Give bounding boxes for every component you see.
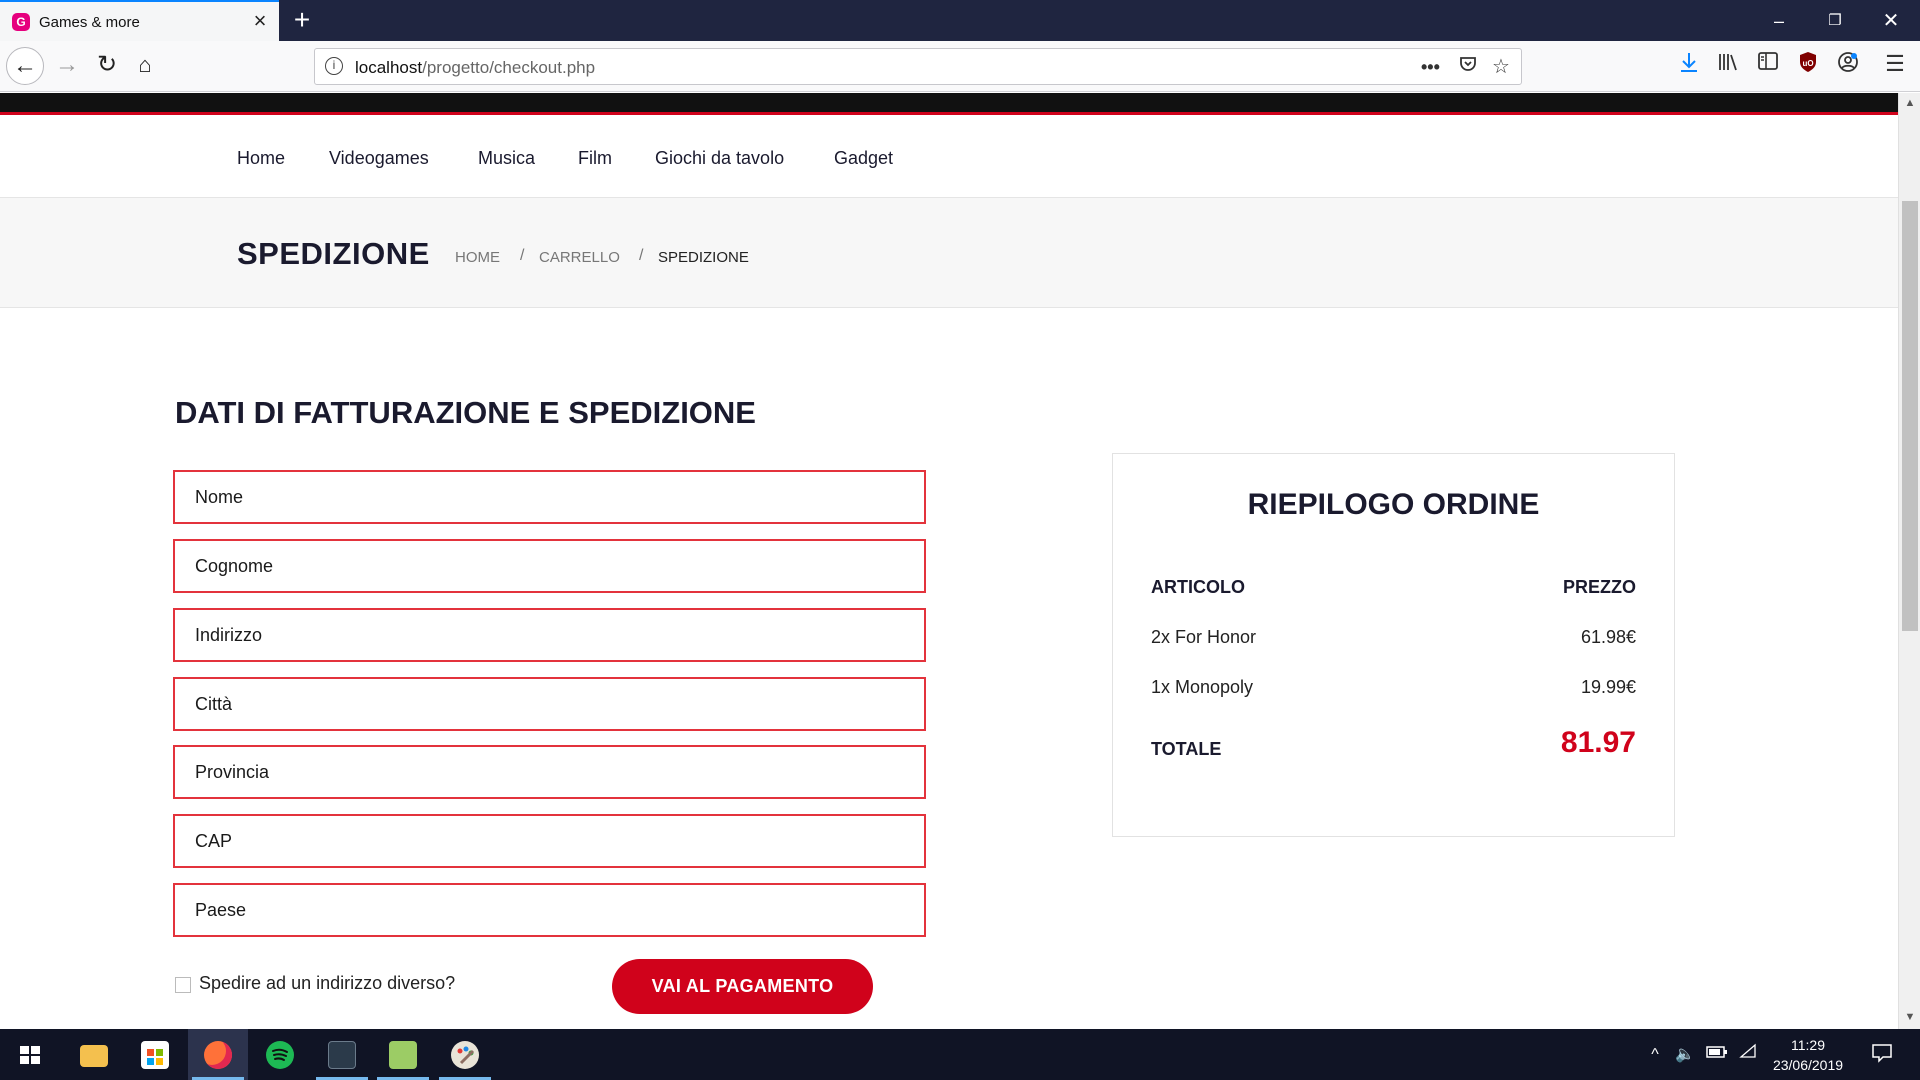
breadcrumb-separator: / xyxy=(639,247,644,264)
tray-chevron-up-icon[interactable]: ^ xyxy=(1641,1043,1669,1067)
account-icon[interactable] xyxy=(1833,51,1863,77)
sidebar-icon[interactable] xyxy=(1753,51,1783,77)
order-summary-title: RIEPILOGO ORDINE xyxy=(1247,488,1540,521)
summary-total-value: 81.97 xyxy=(1560,726,1636,759)
rox-app-icon[interactable] xyxy=(312,1029,372,1080)
nav-link-home[interactable]: Home xyxy=(237,148,285,169)
nome-input[interactable] xyxy=(175,472,924,522)
spotify-icon[interactable] xyxy=(250,1029,310,1080)
nav-link-gadget[interactable]: Gadget xyxy=(834,148,893,169)
summary-row-item: 2x For Honor xyxy=(1151,627,1257,647)
cap-input[interactable] xyxy=(175,816,924,866)
library-icon[interactable] xyxy=(1713,51,1743,77)
volume-icon[interactable]: 🔈 xyxy=(1671,1043,1699,1067)
web-page: Home Videogames Musica Film Giochi da ta… xyxy=(0,93,1898,1029)
new-tab-plus-icon[interactable]: + xyxy=(287,5,317,35)
citta-input[interactable] xyxy=(175,679,924,729)
pocket-icon[interactable] xyxy=(1458,54,1478,80)
scroll-up-icon[interactable]: ▲ xyxy=(1902,95,1918,111)
summary-col-item: ARTICOLO xyxy=(1151,577,1245,597)
nav-link-videogames[interactable]: Videogames xyxy=(329,148,429,169)
paint-icon[interactable] xyxy=(435,1029,495,1080)
back-arrow-icon[interactable]: ← xyxy=(6,47,44,85)
site-main-nav: Home Videogames Musica Film Giochi da ta… xyxy=(0,118,1898,198)
breadcrumb-home[interactable]: HOME xyxy=(455,249,500,266)
paese-field[interactable] xyxy=(173,883,926,937)
indirizzo-field[interactable] xyxy=(173,608,926,662)
bookmark-star-icon[interactable]: ☆ xyxy=(1492,54,1510,80)
home-icon[interactable]: ⌂ xyxy=(126,47,164,85)
provincia-field[interactable] xyxy=(173,745,926,799)
games-favicon-icon: G xyxy=(12,13,30,31)
browser-toolbar: ← → ↻ ⌂ i localhost/progetto/checkout.ph… xyxy=(0,41,1920,92)
minimize-window-icon[interactable]: – xyxy=(1756,6,1802,36)
billing-form-title: DATI DI FATTURAZIONE E SPEDIZIONE xyxy=(175,395,756,430)
notifications-icon[interactable] xyxy=(1867,1043,1897,1067)
different-address-label[interactable]: Spedire ad un indirizzo diverso? xyxy=(199,973,455,994)
address-bar[interactable]: i localhost/progetto/checkout.php ••• ☆ xyxy=(314,48,1522,85)
close-tab-icon[interactable]: × xyxy=(248,8,272,34)
citta-field[interactable] xyxy=(173,677,926,731)
paese-input[interactable] xyxy=(175,885,924,935)
taskbar-clock-time[interactable]: 11:29 xyxy=(1768,1037,1848,1053)
taskbar-clock-date[interactable]: 23/06/2019 xyxy=(1758,1057,1858,1073)
breadcrumb-spedizione: SPEDIZIONE xyxy=(658,249,749,266)
battery-icon[interactable] xyxy=(1703,1043,1731,1067)
scrollbar-thumb[interactable] xyxy=(1902,201,1918,631)
scroll-down-icon[interactable]: ▼ xyxy=(1902,1009,1918,1025)
summary-row-price: 61.98€ xyxy=(1580,627,1636,647)
indirizzo-input[interactable] xyxy=(175,610,924,660)
summary-row-item: 1x Monopoly xyxy=(1151,677,1254,697)
cognome-field[interactable] xyxy=(173,539,926,593)
browser-tab[interactable]: G Games & more × xyxy=(0,0,279,41)
menu-icon[interactable]: ☰ xyxy=(1880,51,1910,77)
cognome-input[interactable] xyxy=(175,541,924,591)
site-top-strip xyxy=(0,93,1898,115)
nome-field[interactable] xyxy=(173,470,926,524)
summary-total-label: TOTALE xyxy=(1151,739,1222,759)
page-title: SPEDIZIONE xyxy=(237,236,430,271)
different-address-checkbox[interactable] xyxy=(175,977,191,993)
download-icon[interactable] xyxy=(1674,51,1704,77)
notepad-icon[interactable] xyxy=(373,1029,433,1080)
url-text[interactable]: localhost/progetto/checkout.php xyxy=(355,58,595,78)
forward-arrow-icon[interactable]: → xyxy=(48,47,86,85)
close-window-icon[interactable]: ✕ xyxy=(1868,6,1914,36)
summary-row-price: 19.99€ xyxy=(1580,677,1636,697)
breadcrumb-separator: / xyxy=(520,247,525,264)
file-explorer-icon[interactable] xyxy=(64,1029,124,1080)
order-summary-card: RIEPILOGO ORDINE ARTICOLO PREZZO 2x For … xyxy=(1112,453,1675,837)
reload-icon[interactable]: ↻ xyxy=(88,47,126,85)
firefox-icon[interactable] xyxy=(188,1029,248,1080)
url-host: localhost xyxy=(355,58,423,77)
info-icon[interactable]: i xyxy=(325,57,343,75)
page-scrollbar[interactable]: ▲ ▼ xyxy=(1898,93,1920,1029)
provincia-input[interactable] xyxy=(175,747,924,797)
windows-start-icon[interactable] xyxy=(0,1029,60,1080)
tab-title: Games & more xyxy=(39,14,140,31)
url-path: /progetto/checkout.php xyxy=(422,58,596,77)
breadcrumb-carrello[interactable]: CARRELLO xyxy=(539,249,620,266)
browser-tab-strip: G Games & more × + – ❐ ✕ xyxy=(0,0,1920,41)
restore-window-icon[interactable]: ❐ xyxy=(1812,6,1858,36)
more-dots-icon[interactable]: ••• xyxy=(1421,54,1440,80)
page-header: SPEDIZIONE HOME / CARRELLO / SPEDIZIONE xyxy=(0,198,1898,308)
nav-link-giochi-da-tavolo[interactable]: Giochi da tavolo xyxy=(655,148,784,169)
cap-field[interactable] xyxy=(173,814,926,868)
svg-text:uO: uO xyxy=(1802,59,1813,68)
nav-link-musica[interactable]: Musica xyxy=(478,148,535,169)
nav-link-film[interactable]: Film xyxy=(578,148,612,169)
summary-col-price: PREZZO xyxy=(1562,577,1636,597)
windows-taskbar: ^ 🔈 11:29 23/06/2019 xyxy=(0,1029,1920,1080)
store-icon[interactable] xyxy=(125,1029,185,1080)
go-to-payment-button[interactable]: VAI AL PAGAMENTO xyxy=(612,959,873,1014)
ublock-icon[interactable]: uO xyxy=(1793,51,1823,77)
